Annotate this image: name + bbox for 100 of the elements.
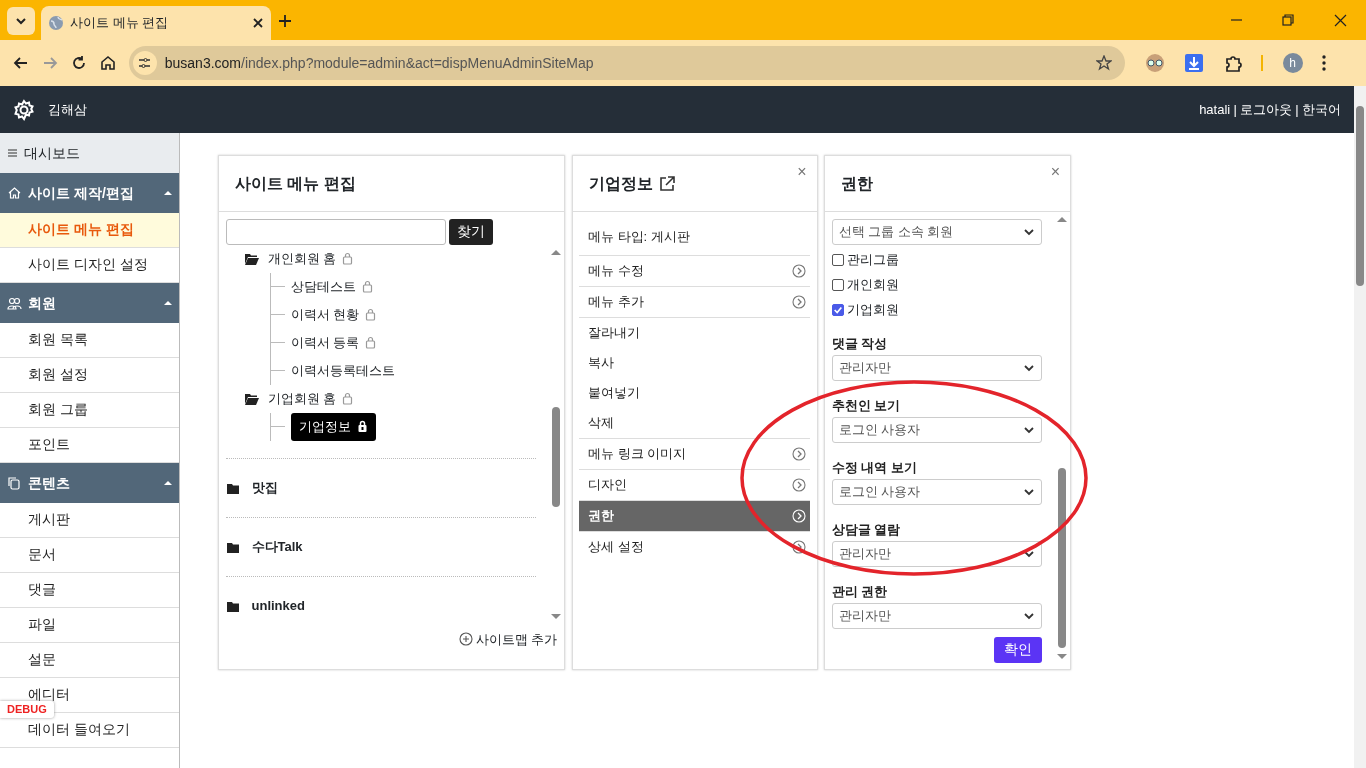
- close-button[interactable]: ×: [797, 164, 807, 180]
- menu-item[interactable]: 메뉴 수정: [579, 255, 810, 286]
- scroll-down-icon[interactable]: [550, 612, 562, 622]
- close-icon[interactable]: [250, 16, 265, 30]
- chevron-circle-icon: [792, 508, 806, 523]
- site-name[interactable]: 김해삼: [48, 99, 87, 120]
- page-scrollbar[interactable]: [1354, 86, 1366, 768]
- add-circle-icon: [458, 632, 473, 647]
- menu-item[interactable]: 메뉴 추가: [579, 286, 810, 317]
- scrollbar-thumb[interactable]: [1058, 467, 1066, 648]
- search-button[interactable]: 찾기: [448, 218, 493, 245]
- debug-badge[interactable]: DEBUG: [0, 701, 54, 718]
- chevron-circle-icon: [792, 446, 806, 461]
- menu-item[interactable]: 삭제: [579, 407, 810, 438]
- tab-list-button[interactable]: [6, 6, 35, 35]
- scrollbar-thumb[interactable]: [552, 406, 560, 507]
- copy-icon: [6, 475, 22, 491]
- menu-item[interactable]: 메뉴 링크 이미지: [579, 438, 810, 469]
- home-icon[interactable]: [100, 55, 116, 71]
- scroll-down-icon[interactable]: [1056, 651, 1068, 661]
- sidebar-item[interactable]: 게시판: [0, 503, 179, 538]
- globe-icon: [47, 15, 64, 31]
- tree-item[interactable]: 기업회원 홈: [267, 384, 354, 413]
- sidebar-item[interactable]: 문서: [0, 538, 179, 573]
- check-icon: [832, 305, 843, 315]
- menu-item[interactable]: 붙여넣기: [579, 377, 810, 408]
- sidebar-item[interactable]: 파일: [0, 608, 179, 643]
- folder-icon: [243, 391, 260, 406]
- separator-text: |: [1295, 100, 1299, 119]
- checkbox-label: 관리그룹: [846, 251, 899, 270]
- profile-avatar[interactable]: h: [1282, 53, 1303, 73]
- select-field[interactable]: 관리자만: [831, 602, 1042, 629]
- house-icon: [6, 185, 22, 201]
- tree-item[interactable]: 이력서등록테스트: [290, 356, 395, 385]
- confirm-button[interactable]: 확인: [993, 636, 1042, 663]
- url-text: busan3.com/index.php?module=admin&act=dispMenuAdminSiteMap: [164, 53, 595, 73]
- field-label: 추천인 보기: [831, 396, 902, 415]
- external-link-icon[interactable]: [659, 175, 675, 192]
- select-field[interactable]: 관리자만: [831, 354, 1042, 381]
- more-menu-icon[interactable]: [1322, 54, 1326, 72]
- tree-item[interactable]: 상담테스트: [290, 272, 373, 301]
- field-label: 수정 내역 보기: [831, 458, 918, 477]
- sidebar-section-header[interactable]: 회원: [0, 283, 179, 323]
- select-field[interactable]: 로그인 사용자: [831, 478, 1042, 505]
- reload-icon[interactable]: [71, 55, 87, 71]
- close-button[interactable]: ×: [1050, 164, 1060, 180]
- puzzle-icon[interactable]: [1223, 54, 1242, 72]
- search-field[interactable]: [225, 218, 446, 245]
- header-link[interactable]: hatali: [1199, 99, 1231, 120]
- tree-item[interactable]: 이력서 현황: [290, 300, 377, 329]
- scroll-up-icon[interactable]: [1056, 215, 1068, 225]
- scroll-up-icon[interactable]: [550, 247, 562, 257]
- scrollbar-thumb[interactable]: [1356, 106, 1364, 286]
- menu-item[interactable]: 디자인: [579, 469, 810, 500]
- browser-tab[interactable]: 사이트 메뉴 편집: [41, 6, 271, 40]
- sidebar-item[interactable]: 설문: [0, 643, 179, 678]
- tree-item[interactable]: 기업정보: [290, 412, 376, 441]
- star-icon[interactable]: [1096, 55, 1112, 71]
- folder-icon: [243, 251, 260, 266]
- close-icon[interactable]: [1333, 14, 1347, 27]
- menu-item[interactable]: 잘라내기: [579, 317, 810, 348]
- sitemap-name[interactable]: 맛집: [251, 477, 278, 498]
- checkbox[interactable]: [831, 279, 844, 291]
- sidebar-section-header[interactable]: 사이트 제작/편집: [0, 173, 179, 213]
- sitemap-name[interactable]: 수다Talk: [251, 536, 303, 557]
- checkbox-label: 개인회원: [846, 276, 899, 295]
- new-tab-icon[interactable]: [277, 14, 292, 28]
- add-sitemap-link[interactable]: 사이트맵 추가: [219, 629, 564, 649]
- sidebar-item[interactable]: 회원 설정: [0, 358, 179, 393]
- back-icon[interactable]: [13, 55, 29, 71]
- menu-item[interactable]: 복사: [579, 347, 810, 378]
- select-field[interactable]: 로그인 사용자: [831, 416, 1042, 443]
- sidebar-item[interactable]: 회원 그룹: [0, 393, 179, 428]
- site-settings-icon[interactable]: [132, 50, 159, 76]
- checkbox[interactable]: [831, 304, 844, 316]
- sitemap-name[interactable]: unlinked: [251, 595, 305, 616]
- field-label: 관리 권한: [831, 582, 889, 601]
- select-field[interactable]: 관리자만: [831, 540, 1042, 567]
- dashboard-link[interactable]: 대시보드: [0, 133, 179, 173]
- menu-item[interactable]: 권한: [579, 500, 810, 531]
- tree-item[interactable]: 이력서 등록: [290, 328, 377, 357]
- header-link[interactable]: 한국어: [1302, 99, 1341, 120]
- restore-icon[interactable]: [1281, 14, 1295, 27]
- checkbox[interactable]: [831, 254, 844, 266]
- sidebar-item[interactable]: 회원 목록: [0, 323, 179, 358]
- sidebar-item[interactable]: 댓글: [0, 573, 179, 608]
- field-label: 상담글 열람: [831, 520, 902, 539]
- settings-icon[interactable]: [13, 98, 35, 121]
- address-bar[interactable]: busan3.com/index.php?module=admin&act=dispMenuAdminSiteMap: [129, 46, 1125, 80]
- glasses-icon[interactable]: [1144, 53, 1165, 73]
- field-label: 댓글 작성: [831, 334, 889, 353]
- sidebar-section-header[interactable]: 콘텐츠: [0, 463, 179, 503]
- menu-type-text: 메뉴 타입: 게시판: [587, 227, 691, 246]
- menu-item[interactable]: 상세 설정: [579, 531, 810, 562]
- chevron-circle-icon: [792, 477, 806, 492]
- select-field[interactable]: 선택 그룹 소속 회원: [831, 218, 1042, 245]
- download-icon[interactable]: [1184, 53, 1204, 73]
- tree-item[interactable]: 개인회원 홈: [267, 244, 354, 273]
- header-link[interactable]: 로그아웃: [1240, 99, 1293, 120]
- menu-icon: [6, 148, 18, 158]
